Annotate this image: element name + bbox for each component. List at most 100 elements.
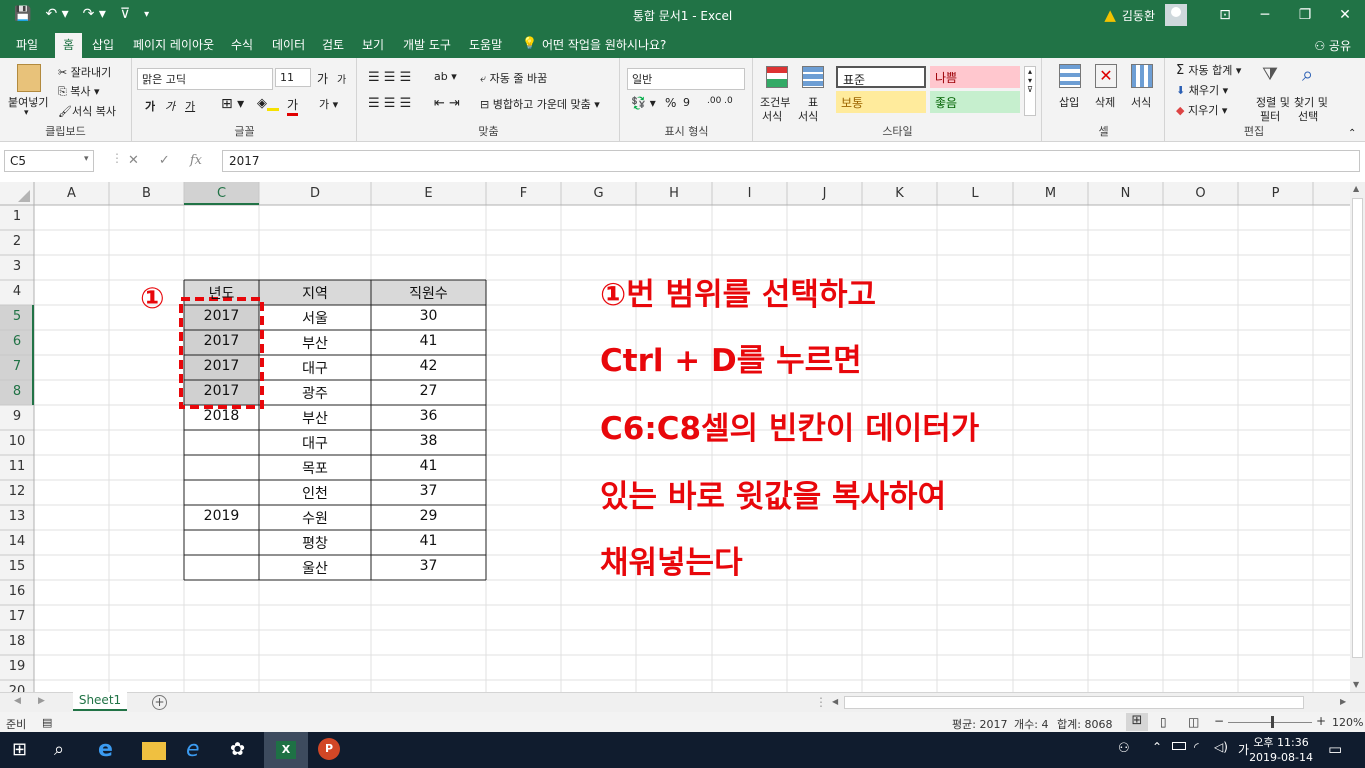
shrink-font-button[interactable]: 가: [337, 71, 346, 86]
page-layout-icon[interactable]: ▯: [1160, 715, 1167, 729]
enter-icon[interactable]: ✓: [159, 153, 170, 168]
table-cell[interactable]: 2019: [184, 508, 259, 524]
app-icon[interactable]: ✿: [230, 738, 254, 762]
row-header-12[interactable]: 12: [0, 484, 34, 499]
conditional-format-icon[interactable]: [766, 66, 788, 88]
percent-button[interactable]: %: [665, 96, 676, 110]
column-header-j[interactable]: J: [787, 182, 862, 205]
orientation-icon[interactable]: ab ▾: [434, 70, 457, 83]
vertical-scrollbar[interactable]: ▲ ▼: [1350, 182, 1365, 692]
paste-icon[interactable]: [17, 64, 41, 92]
row-header-4[interactable]: 4: [0, 284, 34, 299]
people-icon[interactable]: ⚇: [1118, 741, 1130, 756]
column-header-h[interactable]: H: [636, 182, 712, 205]
search-icon[interactable]: ⌕: [54, 738, 78, 762]
align-top-icon[interactable]: ☰ ☰ ☰: [368, 70, 411, 85]
wrap-text-button[interactable]: ⤶ 자동 줄 바꿈: [480, 70, 547, 86]
share-button[interactable]: ⚇ 공유: [1314, 37, 1351, 54]
table-cell[interactable]: 29: [371, 508, 486, 524]
style-bad[interactable]: 나쁨: [930, 66, 1020, 88]
table-cell[interactable]: 36: [371, 408, 486, 424]
table-cell[interactable]: 수원: [259, 508, 371, 528]
status-count[interactable]: 개수: 4: [1014, 716, 1048, 732]
table-cell[interactable]: 38: [371, 433, 486, 449]
column-header-b[interactable]: B: [109, 182, 184, 205]
tab-insert[interactable]: 삽입: [92, 36, 114, 53]
collapse-ribbon-icon[interactable]: ⌃: [1348, 128, 1356, 139]
row-header-10[interactable]: 10: [0, 434, 34, 449]
zoom-out-button[interactable]: −: [1214, 714, 1224, 728]
column-header-c[interactable]: C: [184, 182, 259, 205]
insert-cells-button[interactable]: 삽입: [1059, 94, 1079, 110]
find-select-button-2[interactable]: 선택: [1298, 108, 1318, 124]
next-sheet-icon[interactable]: ▶: [38, 696, 45, 706]
row-header-18[interactable]: 18: [0, 634, 34, 649]
page-break-icon[interactable]: ◫: [1188, 715, 1199, 729]
tab-splitter-icon[interactable]: ⋮: [815, 695, 827, 709]
table-cell[interactable]: 27: [371, 383, 486, 399]
tab-help[interactable]: 도움말: [469, 36, 502, 53]
table-cell[interactable]: 목포: [259, 458, 371, 478]
column-header-p[interactable]: P: [1238, 182, 1313, 205]
scroll-right-icon[interactable]: ▶: [1340, 697, 1346, 706]
status-sum[interactable]: 합계: 8068: [1057, 716, 1112, 732]
column-header-m[interactable]: M: [1013, 182, 1088, 205]
column-header-o[interactable]: O: [1163, 182, 1238, 205]
column-header-l[interactable]: L: [937, 182, 1013, 205]
cut-button[interactable]: ✂ 잘라내기: [58, 64, 111, 80]
status-average[interactable]: 평균: 2017: [952, 716, 1007, 732]
row-header-14[interactable]: 14: [0, 534, 34, 549]
internet-explorer-icon[interactable]: e: [186, 738, 210, 762]
column-header-k[interactable]: K: [862, 182, 937, 205]
worksheet-grid[interactable]: A B C D E F G H I J K L M N O P 1 2 3 4 5 6 7 8 9 10 11 12 13 14 15 16 1…: [0, 182, 1350, 692]
table-cell[interactable]: 울산: [259, 558, 371, 578]
font-size-select[interactable]: 11: [275, 68, 311, 87]
column-header-i[interactable]: I: [712, 182, 787, 205]
macro-record-icon[interactable]: ▤: [42, 716, 52, 729]
comma-icon[interactable]: 9: [683, 96, 690, 109]
table-cell[interactable]: 광주: [259, 383, 371, 403]
italic-button[interactable]: 가: [165, 98, 175, 114]
format-cells-button[interactable]: 서식: [1131, 94, 1151, 110]
table-cell[interactable]: 평창: [259, 533, 371, 553]
warning-icon[interactable]: ▲: [1104, 6, 1116, 24]
borders-icon[interactable]: ⊞ ▾: [221, 96, 244, 112]
fill-color-icon[interactable]: ◈: [257, 96, 279, 111]
restore-button[interactable]: ❐: [1285, 7, 1325, 23]
table-cell[interactable]: 인천: [259, 483, 371, 503]
battery-icon[interactable]: [1172, 742, 1186, 750]
format-painter-button[interactable]: 🖌서식 복사: [58, 103, 116, 119]
name-box[interactable]: C5: [4, 150, 94, 172]
table-cell[interactable]: 2017: [184, 358, 259, 374]
zoom-in-button[interactable]: +: [1316, 714, 1326, 728]
tab-review[interactable]: 검토: [322, 36, 344, 53]
copy-button[interactable]: ⎘ 복사 ▾: [58, 83, 100, 99]
excel-taskbar-button[interactable]: X: [264, 732, 308, 768]
row-header-15[interactable]: 15: [0, 559, 34, 574]
font-color-button[interactable]: 가: [287, 96, 299, 116]
scroll-up-icon[interactable]: ▲: [1353, 184, 1359, 193]
row-header-17[interactable]: 17: [0, 609, 34, 624]
grow-font-button[interactable]: 가: [317, 70, 328, 87]
table-cell[interactable]: 서울: [259, 308, 371, 328]
table-format-button-2[interactable]: 서식: [798, 108, 818, 124]
delete-cells-button[interactable]: 삭제: [1095, 94, 1115, 110]
format-cells-icon[interactable]: [1131, 64, 1153, 88]
formula-input[interactable]: 2017: [222, 150, 1360, 172]
minimize-button[interactable]: ─: [1245, 7, 1285, 23]
file-explorer-icon[interactable]: [142, 742, 166, 760]
row-header-6[interactable]: 6: [0, 334, 34, 349]
style-good[interactable]: 좋음: [930, 91, 1020, 113]
zoom-level[interactable]: 120%: [1332, 716, 1363, 729]
chevron-down-icon[interactable]: ▾: [24, 108, 29, 118]
tab-file[interactable]: 파일: [16, 36, 38, 53]
ime-indicator[interactable]: 가: [1238, 741, 1249, 758]
style-neutral[interactable]: 보통: [836, 91, 926, 113]
clear-button[interactable]: ◆ 지우기 ▾: [1176, 102, 1227, 118]
tab-view[interactable]: 보기: [362, 36, 384, 53]
font-name-select[interactable]: 맑은 고딕: [137, 68, 273, 90]
volume-icon[interactable]: ◁): [1214, 740, 1228, 754]
row-header-1[interactable]: 1: [0, 209, 34, 224]
underline-button[interactable]: 가: [185, 98, 195, 114]
horizontal-scrollbar[interactable]: [844, 696, 1304, 709]
